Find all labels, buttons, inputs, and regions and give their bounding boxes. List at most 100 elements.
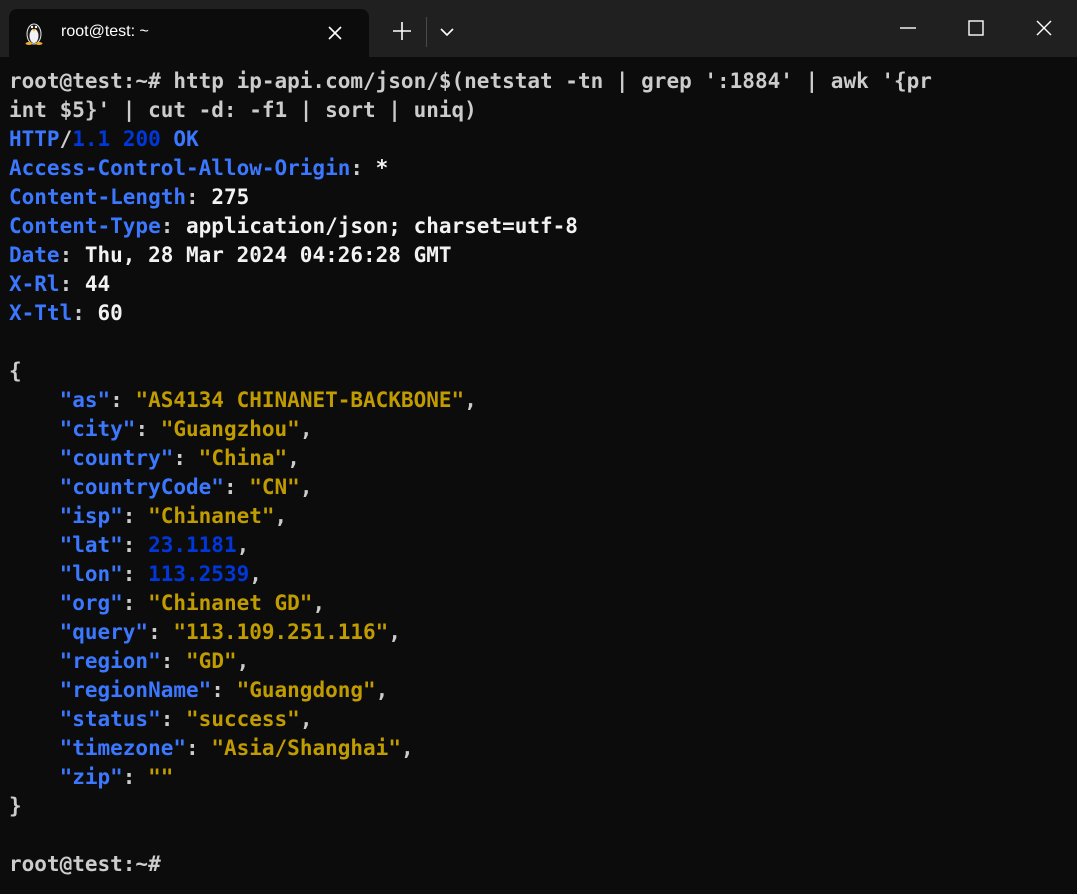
json-key: "as" <box>59 388 111 412</box>
tab-close-icon[interactable] <box>323 21 347 45</box>
tab-root-test[interactable]: root@test: ~ <box>9 9 369 57</box>
json-comma: , <box>299 707 313 731</box>
json-key: "country" <box>59 446 174 470</box>
json-colon: : <box>160 649 187 673</box>
json-colon: : <box>148 620 174 644</box>
json-colon: : <box>160 707 187 731</box>
status-slash: / <box>59 127 73 151</box>
title-bar: root@test: ~ <box>0 0 1077 57</box>
command-text-wrap: int $5}' | cut -d: -f1 | sort | uniq) <box>9 98 477 122</box>
json-value: "Chinanet" <box>148 504 275 528</box>
json-colon: : <box>173 446 199 470</box>
terminal-output[interactable]: root@test:~# http ip-api.com/json/$(nets… <box>9 67 1077 894</box>
json-key: "zip" <box>59 765 123 789</box>
json-value: "Guangzhou" <box>160 417 300 441</box>
header-colon: : <box>59 243 85 267</box>
json-entry: "as": "AS4134 CHINANET-BACKBONE", <box>9 386 1077 415</box>
header-key: Access-Control-Allow-Origin <box>9 156 351 180</box>
json-value: "Guangdong" <box>236 678 376 702</box>
json-key: "timezone" <box>59 736 187 760</box>
header-key: X-Rl <box>9 272 60 296</box>
status-version: 1.1 <box>72 127 111 151</box>
command-line-2: int $5}' | cut -d: -f1 | sort | uniq) <box>9 96 1077 125</box>
json-comma: , <box>274 504 288 528</box>
header-key: Content-Length <box>9 185 187 209</box>
json-key: "regionName" <box>59 678 212 702</box>
json-key: "lat" <box>59 533 123 557</box>
json-value: 23.1181 <box>148 533 237 557</box>
json-entry: "query": "113.109.251.116", <box>9 618 1077 647</box>
header-colon: : <box>160 214 187 238</box>
header-line: Content-Length: 275 <box>9 183 1077 212</box>
json-colon: : <box>211 678 237 702</box>
json-comma: , <box>236 533 250 557</box>
command-text: http ip-api.com/json/$(netstat -tn | gre… <box>160 69 932 93</box>
json-key: "region" <box>59 649 161 673</box>
header-line: Access-Control-Allow-Origin: * <box>9 154 1077 183</box>
json-comma: , <box>375 678 389 702</box>
json-body: "as": "AS4134 CHINANET-BACKBONE", "city"… <box>9 386 1077 792</box>
header-value: application/json; charset=utf-8 <box>186 214 578 238</box>
window-close-button[interactable] <box>1016 0 1072 57</box>
header-key: X-Ttl <box>9 301 73 325</box>
header-colon: : <box>59 272 85 296</box>
chevron-down-icon <box>440 28 454 37</box>
json-comma: , <box>388 620 401 644</box>
response-headers: Access-Control-Allow-Origin: * Content-Le… <box>9 154 1077 328</box>
json-key: "isp" <box>59 504 123 528</box>
prompt: root@test:~# <box>9 852 161 876</box>
json-entry: "lat": 23.1181, <box>9 531 1077 560</box>
json-comma: , <box>312 591 326 615</box>
linux-penguin-icon <box>23 21 45 45</box>
json-key: "lon" <box>59 562 123 586</box>
json-comma: , <box>464 388 477 412</box>
json-value: "AS4134 CHINANET-BACKBONE" <box>135 388 465 412</box>
header-colon: : <box>186 185 212 209</box>
tab-dropdown-button[interactable] <box>438 23 456 41</box>
final-prompt-line: root@test:~# <box>9 850 1077 879</box>
json-value: "Asia/Shanghai" <box>211 736 401 760</box>
header-line: Date: Thu, 28 Mar 2024 04:26:28 GMT <box>9 241 1077 270</box>
json-colon: : <box>223 475 250 499</box>
status-protocol: HTTP <box>9 127 60 151</box>
json-colon: : <box>110 388 136 412</box>
header-line: Content-Type: application/json; charset=… <box>9 212 1077 241</box>
maximize-button[interactable] <box>948 0 1004 57</box>
json-entry: "city": "Guangzhou", <box>9 415 1077 444</box>
minimize-button[interactable] <box>880 0 936 57</box>
json-comma: , <box>249 562 262 586</box>
json-comma: , <box>287 446 300 470</box>
json-value: "" <box>148 765 174 789</box>
header-key: Content-Type <box>9 214 161 238</box>
json-value: 113.2539 <box>148 562 250 586</box>
new-tab-button[interactable] <box>390 19 414 43</box>
json-key: "query" <box>59 620 149 644</box>
header-line: X-Ttl: 60 <box>9 299 1077 328</box>
minimize-icon <box>900 27 916 29</box>
json-entry: "status": "success", <box>9 705 1077 734</box>
status-code: 200 <box>122 127 161 151</box>
json-entry: "regionName": "Guangdong", <box>9 676 1077 705</box>
status-line: HTTP/1.1 200 OK <box>9 125 1077 154</box>
json-entry: "isp": "Chinanet", <box>9 502 1077 531</box>
json-value: "China" <box>198 446 288 470</box>
toolbar-divider <box>426 17 427 47</box>
plus-icon <box>393 22 411 40</box>
status-reason: OK <box>173 127 199 151</box>
json-entry: "org": "Chinanet GD", <box>9 589 1077 618</box>
json-value: "Chinanet GD" <box>148 591 313 615</box>
header-line: X-Rl: 44 <box>9 270 1077 299</box>
json-key: "city" <box>59 417 136 441</box>
header-value: 60 <box>97 301 123 325</box>
json-entry: "timezone": "Asia/Shanghai", <box>9 734 1077 763</box>
json-open-brace: { <box>9 359 22 383</box>
json-value: "success" <box>186 707 300 731</box>
json-comma: , <box>299 417 313 441</box>
json-entry: "region": "GD", <box>9 647 1077 676</box>
close-icon <box>1036 20 1052 36</box>
json-colon: : <box>135 417 161 441</box>
json-comma: , <box>236 649 250 673</box>
json-comma: , <box>400 736 414 760</box>
header-key: Date <box>9 243 60 267</box>
